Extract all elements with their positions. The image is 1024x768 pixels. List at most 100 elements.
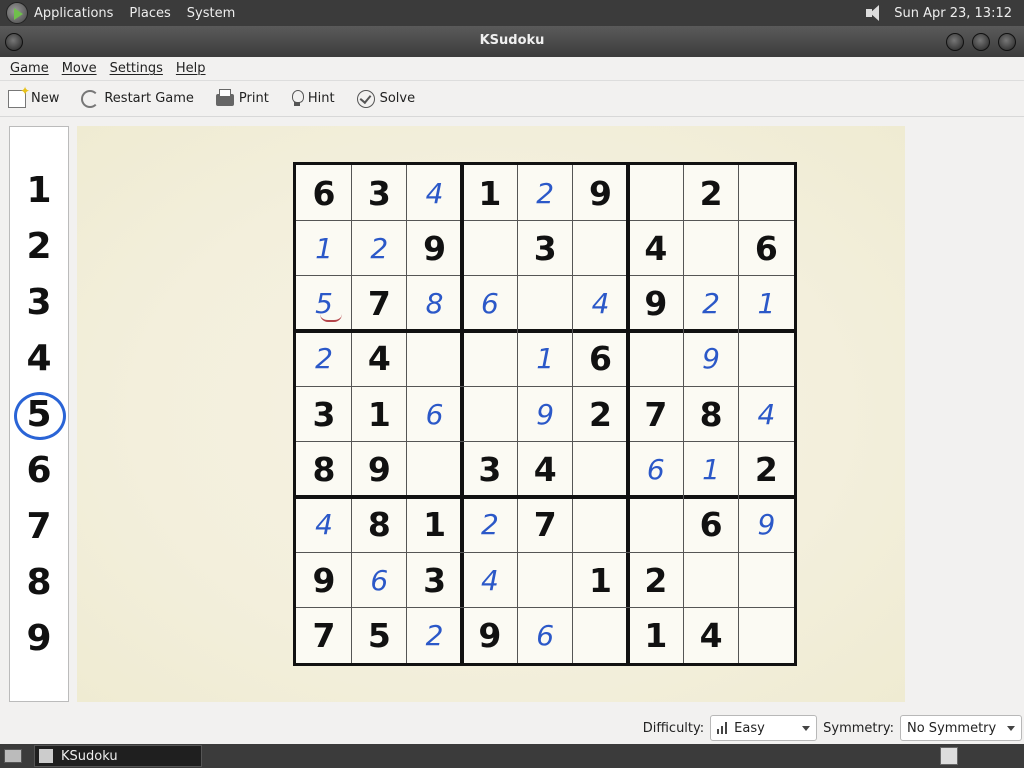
- volume-icon[interactable]: [866, 4, 886, 22]
- board-cell-r2c9[interactable]: 6: [738, 220, 794, 276]
- board-cell-r1c8[interactable]: 2: [683, 165, 739, 221]
- workspace-switcher-icon[interactable]: [940, 747, 958, 765]
- board-cell-r1c4[interactable]: 1: [462, 165, 518, 221]
- board-cell-r8c9[interactable]: [738, 552, 794, 608]
- board-cell-r3c1[interactable]: 5: [296, 276, 352, 332]
- board-cell-r7c2[interactable]: 8: [351, 497, 407, 553]
- board-cell-r9c5[interactable]: 6: [517, 607, 573, 663]
- board-cell-r9c6[interactable]: [573, 607, 629, 663]
- board-cell-r2c3[interactable]: 9: [407, 220, 463, 276]
- number-button-9[interactable]: 9: [10, 619, 68, 659]
- board-cell-r9c4[interactable]: 9: [462, 607, 518, 663]
- board-cell-r3c7[interactable]: 9: [628, 276, 684, 332]
- board-cell-r9c2[interactable]: 5: [351, 607, 407, 663]
- board-cell-r8c8[interactable]: [683, 552, 739, 608]
- number-button-2[interactable]: 2: [10, 227, 68, 267]
- board-cell-r6c4[interactable]: 3: [462, 442, 518, 498]
- board-cell-r1c9[interactable]: [738, 165, 794, 221]
- restart-game-button[interactable]: Restart Game: [81, 89, 194, 108]
- solve-button[interactable]: Solve: [356, 89, 415, 108]
- menu-move[interactable]: Move: [62, 61, 97, 76]
- board-cell-r2c6[interactable]: [573, 220, 629, 276]
- board-cell-r3c5[interactable]: [517, 276, 573, 332]
- board-cell-r8c4[interactable]: 4: [462, 552, 518, 608]
- board-cell-r6c1[interactable]: 8: [296, 442, 352, 498]
- board-cell-r8c1[interactable]: 9: [296, 552, 352, 608]
- board-cell-r3c6[interactable]: 4: [573, 276, 629, 332]
- board-cell-r7c3[interactable]: 1: [407, 497, 463, 553]
- board-cell-r2c5[interactable]: 3: [517, 220, 573, 276]
- board-cell-r1c6[interactable]: 9: [573, 165, 629, 221]
- difficulty-select[interactable]: Easy: [710, 715, 818, 741]
- menu-help[interactable]: Help: [176, 61, 206, 76]
- board-cell-r6c3[interactable]: [407, 442, 463, 498]
- menu-settings[interactable]: Settings: [110, 61, 163, 76]
- board-cell-r9c8[interactable]: 4: [683, 607, 739, 663]
- board-cell-r7c1[interactable]: 4: [296, 497, 352, 553]
- board-cell-r7c6[interactable]: [573, 497, 629, 553]
- board-cell-r2c4[interactable]: [462, 220, 518, 276]
- window-titlebar[interactable]: KSudoku: [0, 26, 1024, 57]
- board-cell-r2c7[interactable]: 4: [628, 220, 684, 276]
- board-cell-r7c4[interactable]: 2: [462, 497, 518, 553]
- close-button[interactable]: [998, 33, 1016, 51]
- board-cell-r4c8[interactable]: 9: [683, 331, 739, 387]
- board-cell-r8c2[interactable]: 6: [351, 552, 407, 608]
- symmetry-select[interactable]: No Symmetry: [900, 715, 1022, 741]
- board-cell-r4c2[interactable]: 4: [351, 331, 407, 387]
- hint-button[interactable]: Hint: [291, 89, 335, 108]
- taskbar-item-ksudoku[interactable]: KSudoku: [34, 745, 202, 767]
- board-cell-r7c5[interactable]: 7: [517, 497, 573, 553]
- board-cell-r1c7[interactable]: [628, 165, 684, 221]
- board-cell-r4c5[interactable]: 1: [517, 331, 573, 387]
- board-cell-r4c4[interactable]: [462, 331, 518, 387]
- board-cell-r1c1[interactable]: 6: [296, 165, 352, 221]
- number-button-4[interactable]: 4: [10, 339, 68, 379]
- board-cell-r5c3[interactable]: 6: [407, 386, 463, 442]
- board-cell-r1c2[interactable]: 3: [351, 165, 407, 221]
- board-cell-r6c9[interactable]: 2: [738, 442, 794, 498]
- board-cell-r7c9[interactable]: 9: [738, 497, 794, 553]
- board-cell-r9c3[interactable]: 2: [407, 607, 463, 663]
- board-cell-r3c3[interactable]: 8: [407, 276, 463, 332]
- board-cell-r9c9[interactable]: [738, 607, 794, 663]
- board-cell-r3c8[interactable]: 2: [683, 276, 739, 332]
- board-cell-r6c2[interactable]: 9: [351, 442, 407, 498]
- board-cell-r4c3[interactable]: [407, 331, 463, 387]
- board-cell-r5c7[interactable]: 7: [628, 386, 684, 442]
- board-cell-r2c8[interactable]: [683, 220, 739, 276]
- applications-menu[interactable]: Applications: [34, 6, 113, 21]
- board-cell-r9c1[interactable]: 7: [296, 607, 352, 663]
- board-cell-r8c6[interactable]: 1: [573, 552, 629, 608]
- show-desktop-icon[interactable]: [4, 749, 22, 763]
- board-cell-r3c4[interactable]: 6: [462, 276, 518, 332]
- number-button-6[interactable]: 6: [10, 451, 68, 491]
- number-button-1[interactable]: 1: [10, 171, 68, 211]
- board-cell-r6c6[interactable]: [573, 442, 629, 498]
- board-cell-r5c6[interactable]: 2: [573, 386, 629, 442]
- board-cell-r5c8[interactable]: 8: [683, 386, 739, 442]
- board-cell-r5c4[interactable]: [462, 386, 518, 442]
- board-cell-r5c5[interactable]: 9: [517, 386, 573, 442]
- board-cell-r6c7[interactable]: 6: [628, 442, 684, 498]
- menu-game[interactable]: Game: [10, 61, 49, 76]
- board-cell-r9c7[interactable]: 1: [628, 607, 684, 663]
- board-cell-r4c9[interactable]: [738, 331, 794, 387]
- board-cell-r2c2[interactable]: 2: [351, 220, 407, 276]
- board-cell-r8c3[interactable]: 3: [407, 552, 463, 608]
- board-cell-r1c3[interactable]: 4: [407, 165, 463, 221]
- board-cell-r2c1[interactable]: 1: [296, 220, 352, 276]
- number-button-8[interactable]: 8: [10, 563, 68, 603]
- number-button-5[interactable]: 5: [10, 392, 68, 440]
- places-menu[interactable]: Places: [129, 6, 170, 21]
- board-cell-r7c8[interactable]: 6: [683, 497, 739, 553]
- board-cell-r6c5[interactable]: 4: [517, 442, 573, 498]
- print-button[interactable]: Print: [215, 89, 269, 106]
- board-cell-r4c7[interactable]: [628, 331, 684, 387]
- distro-logo-icon[interactable]: [6, 2, 28, 24]
- board-cell-r5c9[interactable]: 4: [738, 386, 794, 442]
- board-cell-r5c1[interactable]: 3: [296, 386, 352, 442]
- system-menu[interactable]: System: [187, 6, 235, 21]
- board-cell-r3c2[interactable]: 7: [351, 276, 407, 332]
- board-cell-r8c5[interactable]: [517, 552, 573, 608]
